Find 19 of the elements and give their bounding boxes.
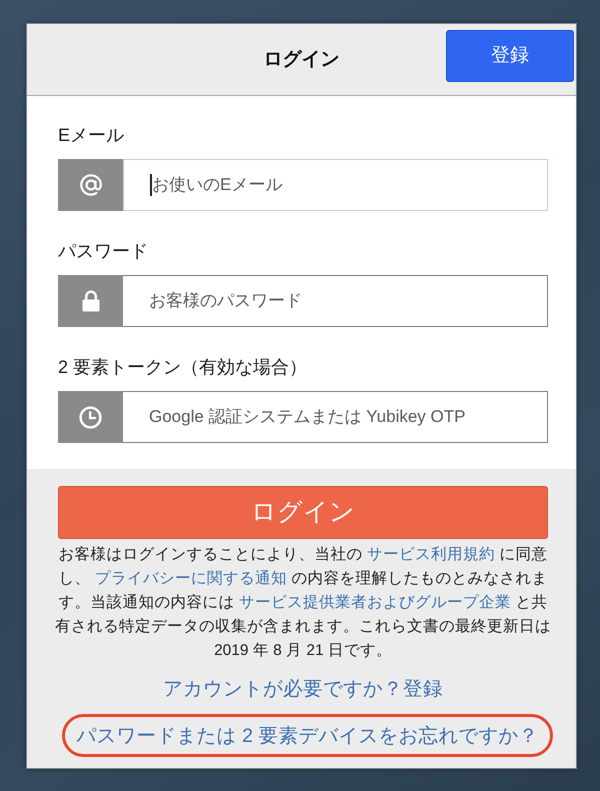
lock-icon — [82, 290, 100, 312]
input-field[interactable]: お使いのEメール — [123, 159, 548, 211]
field-label: 2 要素トークン（有効な場合） — [58, 356, 308, 379]
legal-notice: お客様はログインすることにより、当社の サービス利用規約 に同意し、 プライバシーに関する通知 の内容を理解したものとみなされます。当該通知の内容には サービス提供業者およびグループ企業 と共有される特定データの収集が含まれます。これら文書の最終更新日は 2019 年 8 月 21 日です。 — [54, 545, 552, 661]
register-button[interactable]: 登録 — [446, 30, 574, 82]
legal-link[interactable]: プライバシーに関する通知 — [95, 570, 287, 587]
legal-link[interactable]: サービス提供業者およびグループ企業 — [239, 594, 511, 611]
forgot-password-link[interactable]: パスワードまたは 2 要素デバイスをお忘れですか？ — [76, 722, 538, 748]
input-field[interactable]: Google 認証システムまたは Yubikey OTP — [123, 391, 548, 443]
field-label: パスワード — [58, 240, 149, 263]
clock-icon — [79, 406, 102, 428]
legal-link[interactable]: サービス利用規約 — [367, 546, 495, 563]
input-field[interactable]: お客様のパスワード — [123, 275, 548, 327]
at-sign-icon — [78, 173, 102, 197]
dialog-title: ログイン — [264, 48, 340, 72]
login-button[interactable]: ログイン — [58, 486, 548, 539]
sign-up-link[interactable]: アカウントが必要ですか？登録 — [163, 676, 443, 702]
field-label: Eメール — [58, 124, 126, 147]
text-cursor-icon — [150, 174, 152, 196]
